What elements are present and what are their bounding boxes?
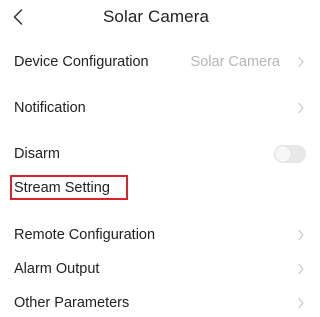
toggle-knob (275, 146, 291, 162)
settings-screen: Solar Camera Device Configuration Solar … (0, 0, 312, 317)
device-configuration-label: Device Configuration (14, 54, 149, 70)
notification-row[interactable]: Notification (0, 91, 312, 125)
notification-label: Notification (14, 100, 86, 116)
device-configuration-value: Solar Camera (190, 54, 280, 70)
chevron-right-icon (297, 263, 305, 275)
chevron-right-icon (297, 102, 305, 114)
device-configuration-row[interactable]: Device Configuration Solar Camera (0, 45, 312, 79)
alarm-output-label: Alarm Output (14, 261, 100, 277)
other-parameters-row[interactable]: Other Parameters (0, 286, 312, 317)
stream-setting-highlight (10, 175, 128, 200)
remote-configuration-row[interactable]: Remote Configuration (0, 218, 312, 252)
remote-configuration-label: Remote Configuration (14, 227, 156, 243)
disarm-row: Disarm (0, 137, 312, 171)
chevron-right-icon (297, 297, 305, 309)
header-bar: Solar Camera (0, 0, 312, 36)
page-title: Solar Camera (102, 7, 210, 26)
disarm-toggle[interactable] (274, 145, 306, 163)
chevron-right-icon (297, 229, 305, 241)
disarm-label: Disarm (14, 146, 60, 162)
alarm-output-row[interactable]: Alarm Output (0, 252, 312, 286)
chevron-right-icon (297, 56, 305, 68)
other-parameters-label: Other Parameters (14, 295, 130, 311)
